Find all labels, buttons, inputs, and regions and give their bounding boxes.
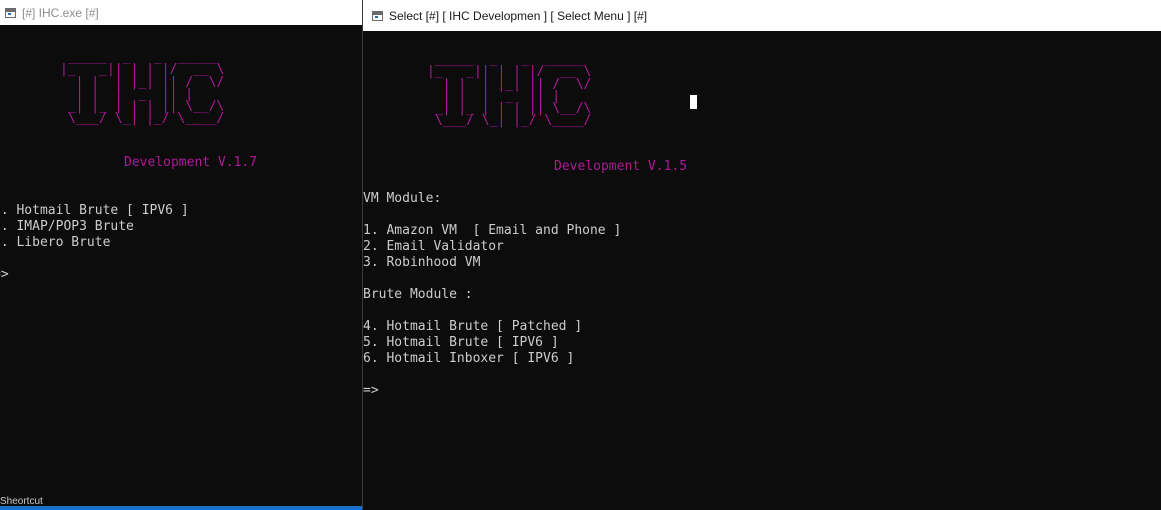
console-window-icon — [372, 10, 383, 21]
title-bar[interactable]: Select [#] [ IHC Developmen ] [ Select M… — [363, 0, 1161, 31]
console-output[interactable]: _____ _ _ _____ |_ _|| | | |/ __ \ | | |… — [363, 31, 1161, 510]
ascii-logo: _____ _ _ _____ |_ _|| | | |/ __ \ | | |… — [427, 52, 592, 129]
menu-item: 1. Hotmail Brute [ IPV6 ] — [0, 203, 189, 218]
input-prompt: => — [0, 267, 9, 282]
menu-item: 3. Libero Brute — [0, 235, 111, 250]
console-window-icon — [5, 7, 16, 18]
menu-item: 2. IMAP/POP3 Brute — [0, 219, 134, 234]
menu-item: 1. Amazon VM [ Email and Phone ] — [363, 223, 622, 238]
section-heading-brute: Brute Module : — [363, 287, 473, 302]
menu-item: 4. Hotmail Brute [ Patched ] — [363, 319, 583, 334]
window-title: Select [#] [ IHC Developmen ] [ Select M… — [389, 8, 648, 23]
version-label: Development V.1.7 — [124, 155, 258, 170]
input-prompt: => — [363, 383, 379, 398]
version-label: Development V.1.5 — [554, 159, 688, 174]
menu-item: 5. Hotmail Brute [ IPV6 ] — [363, 335, 559, 350]
menu-item: 2. Email Validator — [363, 239, 504, 254]
ihc-console-window-back[interactable]: [#] IHC.exe [#] _____ _ _ _____ |_ _|| |… — [0, 0, 362, 510]
ihc-console-window-front[interactable]: Select [#] [ IHC Developmen ] [ Select M… — [362, 0, 1161, 510]
text-cursor — [690, 95, 697, 109]
ascii-logo: _____ _ _ _____ |_ _|| | | |/ __ \ | | |… — [60, 50, 225, 127]
menu-item: 6. Hotmail Inboxer [ IPV6 ] — [363, 351, 575, 366]
menu-item: 3. Robinhood VM — [363, 255, 481, 270]
taskbar-strip — [0, 506, 362, 510]
console-output[interactable]: _____ _ _ _____ |_ _|| | | |/ __ \ | | |… — [0, 25, 362, 510]
title-bar[interactable]: [#] IHC.exe [#] — [0, 0, 362, 25]
window-title: [#] IHC.exe [#] — [22, 5, 99, 20]
section-heading-vm: VM Module: — [363, 191, 442, 206]
